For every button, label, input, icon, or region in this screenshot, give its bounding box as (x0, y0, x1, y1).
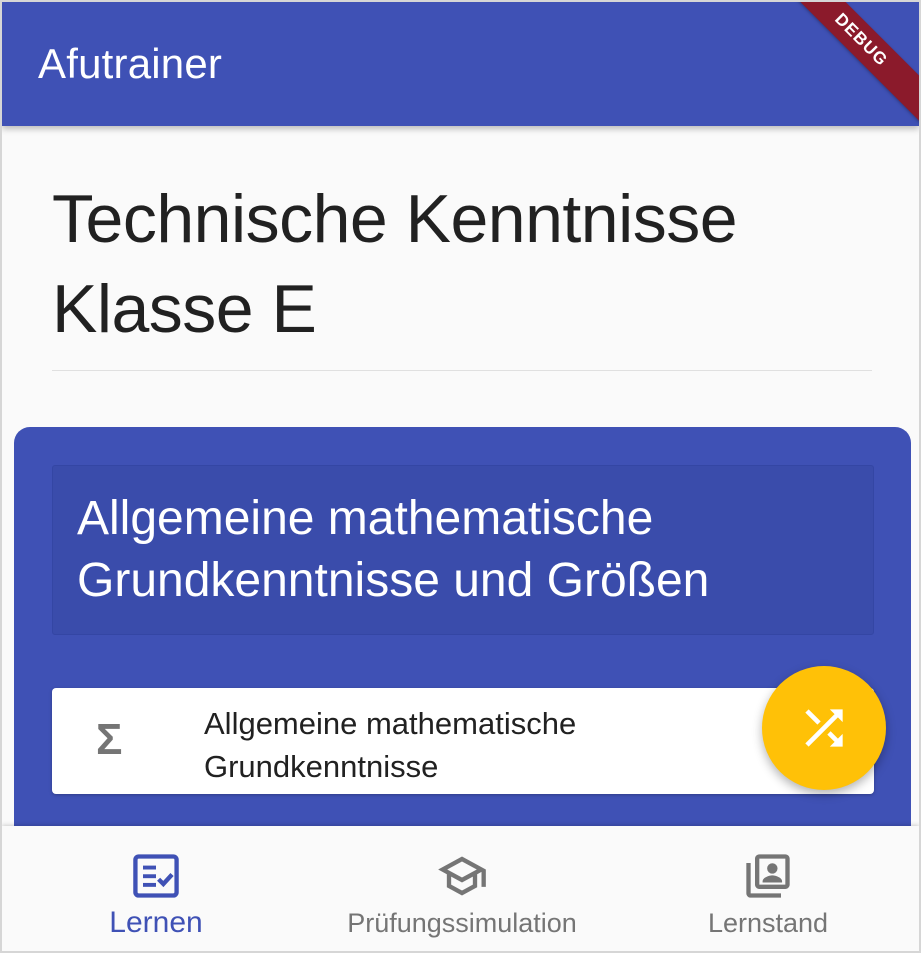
section-title: Allgemeine mathematische Grundkenntnisse… (77, 492, 710, 607)
app-title: Afutrainer (38, 40, 223, 87)
portrait-library-icon (746, 854, 790, 898)
subsection-item[interactable]: Σ Allgemeine mathematische Grundkenntnis… (52, 688, 874, 794)
sigma-icon: Σ (96, 715, 123, 764)
graduation-cap-icon (438, 856, 486, 896)
section-header: Allgemeine mathematische Grundkenntnisse… (52, 465, 874, 635)
app-window: Afutrainer DEBUG Technische Kenntnisse K… (0, 0, 921, 953)
app-bar: Afutrainer DEBUG (2, 2, 919, 130)
page-title: Technische Kenntnisse Klasse E (52, 181, 738, 347)
shuffle-button[interactable] (762, 666, 886, 790)
debug-banner: DEBUG (771, 2, 919, 130)
nav-item-lernstand[interactable]: Lernstand (618, 826, 918, 951)
bottom-navigation: Lernen Prüfungssimulation Lernstand (2, 826, 919, 951)
nav-item-lernen[interactable]: Lernen (6, 826, 306, 951)
nav-item-pruefungssimulation[interactable]: Prüfungssimulation (312, 826, 612, 951)
shuffle-icon (805, 709, 843, 747)
nav-item-pruefungssimulation-label: Prüfungssimulation (347, 908, 577, 938)
nav-item-lernstand-label: Lernstand (707, 908, 829, 938)
divider (52, 370, 872, 371)
nav-item-lernen-label: Lernen (109, 906, 203, 939)
subsection-item-label: Allgemeine mathematische Grundkenntnisse (204, 706, 577, 784)
checklist-icon (133, 854, 179, 898)
